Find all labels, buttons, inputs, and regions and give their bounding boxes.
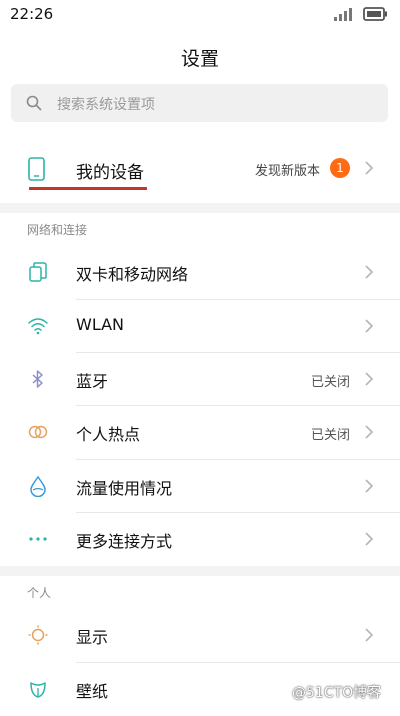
- more-connections-icon: [29, 537, 47, 541]
- chevron-right-icon: [365, 479, 374, 493]
- chevron-right-icon: [365, 265, 374, 279]
- display-icon: [28, 625, 48, 645]
- bluetooth-icon: [32, 370, 43, 388]
- search-placeholder: 搜索系统设置项: [57, 97, 155, 113]
- battery-icon: [363, 7, 387, 21]
- settings-item-bluetooth[interactable]: 蓝牙 已关闭: [0, 353, 400, 406]
- my-device-item[interactable]: 我的设备 发现新版本 1: [0, 140, 400, 202]
- my-device-underline: [29, 187, 147, 190]
- chevron-right-icon: [365, 628, 374, 642]
- settings-item-display[interactable]: 显示: [0, 609, 400, 662]
- update-text: 发现新版本: [255, 164, 321, 179]
- settings-item-label: WLAN: [76, 315, 125, 334]
- settings-item-label: 蓝牙: [76, 372, 109, 391]
- wifi-icon: [28, 318, 48, 335]
- my-device-label: 我的设备: [76, 163, 144, 183]
- phone-icon: [28, 157, 45, 181]
- update-badge: 1: [330, 158, 350, 178]
- signal-icon: [334, 8, 352, 21]
- section-header-personal: 个人: [27, 586, 52, 600]
- settings-item-wlan[interactable]: WLAN: [0, 300, 400, 353]
- settings-item-label: 更多连接方式: [76, 532, 173, 551]
- settings-item-status: 已关闭: [311, 375, 351, 390]
- chevron-right-icon: [365, 532, 374, 546]
- chevron-right-icon: [365, 372, 374, 386]
- status-time: 22:26: [10, 5, 54, 23]
- chevron-right-icon: [365, 425, 374, 439]
- chevron-right-icon: [365, 319, 374, 333]
- section-gap: [0, 203, 400, 213]
- settings-item-label: 双卡和移动网络: [76, 265, 189, 284]
- search-input[interactable]: 搜索系统设置项: [11, 84, 388, 122]
- dual-sim-icon: [29, 262, 47, 282]
- settings-item-status: 已关闭: [311, 428, 351, 443]
- settings-item-label: 壁纸: [76, 682, 109, 701]
- settings-item-label: 流量使用情况: [76, 479, 173, 498]
- settings-item-label: 显示: [76, 628, 109, 647]
- watermark: @51CTO博客: [292, 685, 382, 701]
- status-bar: 22:26: [0, 0, 400, 30]
- section-gap: [0, 566, 400, 576]
- section-header-network: 网络和连接: [27, 223, 88, 237]
- settings-item-more-connections[interactable]: 更多连接方式: [0, 513, 400, 566]
- wallpaper-icon: [30, 682, 46, 698]
- settings-item-dual-sim[interactable]: 双卡和移动网络: [0, 246, 400, 299]
- settings-item-label: 个人热点: [76, 425, 141, 444]
- settings-item-hotspot[interactable]: 个人热点 已关闭: [0, 406, 400, 459]
- hotspot-icon: [28, 425, 48, 439]
- settings-item-data-usage[interactable]: 流量使用情况: [0, 460, 400, 513]
- search-icon: [26, 95, 42, 111]
- page-title: 设置: [180, 48, 219, 70]
- chevron-right-icon: [365, 161, 374, 175]
- data-usage-icon: [30, 475, 46, 497]
